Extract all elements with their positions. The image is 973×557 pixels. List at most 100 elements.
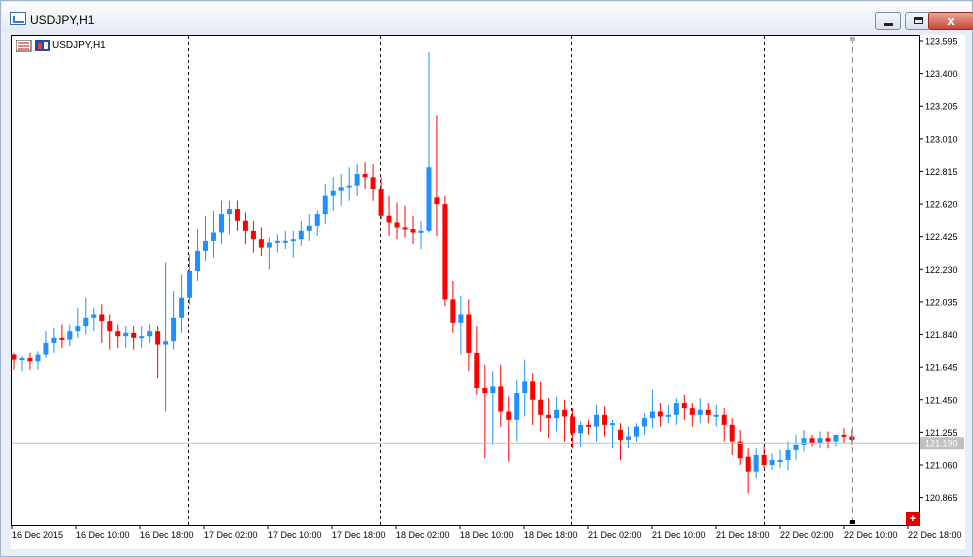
candle-body	[394, 222, 400, 228]
x-tick-label: 22 Dec 10:00	[844, 530, 898, 540]
candle-body	[402, 227, 408, 230]
candle-body	[27, 357, 33, 362]
x-tick-label: 16 Dec 18:00	[140, 530, 194, 540]
candle-body	[833, 434, 839, 442]
x-tick-label: 18 Dec 02:00	[396, 530, 450, 540]
y-tick-label: 121.645	[925, 363, 958, 373]
candle-body	[641, 418, 647, 427]
x-tick-label: 17 Dec 02:00	[204, 530, 258, 540]
candle-body	[195, 250, 201, 271]
candle-body	[35, 354, 41, 362]
chart-symbol-label: USDJPY,H1	[52, 40, 106, 51]
plot-frame	[11, 35, 920, 526]
candle-body	[721, 414, 727, 425]
x-tick-label: 21 Dec 10:00	[652, 530, 706, 540]
close-icon: x	[947, 13, 955, 28]
window-title: USDJPY,H1	[30, 13, 95, 27]
candle-body	[115, 331, 121, 337]
candle-body	[458, 314, 464, 323]
candle-body	[649, 411, 655, 419]
minimize-icon	[884, 23, 893, 26]
candle-body	[226, 209, 232, 215]
candle-body	[266, 242, 272, 248]
candle-body	[490, 386, 496, 394]
candle-body	[466, 314, 472, 353]
candle-body	[211, 232, 216, 241]
candle-body	[83, 317, 89, 327]
x-tick-label: 21 Dec 02:00	[588, 530, 642, 540]
candle-body	[362, 173, 368, 178]
candle-body	[602, 414, 608, 425]
candle-body	[203, 240, 209, 251]
candle-body	[426, 167, 432, 231]
x-tick-label: 16 Dec 10:00	[76, 530, 130, 540]
y-tick-label: 122.035	[925, 297, 958, 307]
candle-body	[298, 230, 304, 240]
candle-body	[793, 444, 799, 450]
candle-body	[43, 342, 49, 355]
x-tick-label: 17 Dec 18:00	[332, 530, 386, 540]
candle-body	[410, 229, 416, 233]
candle-body	[242, 220, 248, 231]
x-tick-label: 17 Dec 10:00	[268, 530, 322, 540]
candle-body	[761, 454, 767, 465]
candle-body	[179, 297, 185, 318]
close-window-button[interactable]: x	[928, 12, 973, 30]
candle-body	[91, 314, 97, 318]
candle-body	[753, 454, 759, 472]
candle-body	[578, 424, 584, 434]
chart-close-button[interactable]: +	[906, 512, 920, 526]
chart-window-icon	[10, 12, 26, 25]
candle-body	[346, 185, 352, 188]
candle-body	[147, 331, 153, 337]
symbol-icons	[16, 40, 50, 52]
x-tick-label: 22 Dec 18:00	[908, 530, 962, 540]
candle-body	[817, 438, 823, 444]
candle-body	[218, 214, 224, 233]
y-tick-label: 121.255	[925, 428, 958, 438]
candle-body	[131, 332, 137, 338]
candle-body	[155, 331, 161, 345]
candle-body	[705, 409, 711, 415]
y-tick-label: 122.620	[925, 200, 958, 210]
y-tick-label: 123.595	[925, 37, 958, 47]
candle-body	[729, 424, 735, 442]
y-tick-label: 122.425	[925, 232, 958, 242]
y-tick-label: 122.815	[925, 167, 958, 177]
candle-body	[378, 189, 384, 216]
candle-body	[554, 409, 560, 419]
candle-body	[562, 409, 568, 417]
candle-body	[314, 214, 320, 226]
y-tick-label: 123.205	[925, 102, 958, 112]
x-tick-label: 21 Dec 18:00	[716, 530, 770, 540]
candle-body	[139, 336, 145, 339]
current-bar-top-marker	[849, 37, 855, 41]
maximize-icon	[914, 17, 923, 24]
candle-body	[338, 187, 344, 191]
candle-body	[330, 190, 336, 196]
x-tick-label: 18 Dec 18:00	[524, 530, 578, 540]
candle-body	[594, 414, 600, 427]
candle-body	[418, 230, 424, 233]
candle-body	[785, 449, 791, 460]
candle-body	[99, 314, 105, 322]
minimize-button[interactable]	[875, 12, 901, 30]
candle-body	[51, 337, 57, 343]
candle-body	[107, 321, 113, 332]
candle-body	[250, 230, 256, 240]
x-tick-label: 22 Dec 02:00	[780, 530, 834, 540]
candle-body	[841, 434, 847, 437]
candle-body	[171, 317, 177, 342]
candle-body	[370, 177, 376, 190]
candle-body	[322, 195, 328, 215]
y-tick-label: 123.010	[925, 134, 958, 144]
chart-area[interactable]: 123.595 123.400 123.205 123.010 122.815 122.6…	[11, 35, 965, 549]
candle-body	[586, 424, 592, 427]
window-titlebar[interactable]: USDJPY,H1 x	[2, 2, 973, 33]
candle-body	[522, 381, 528, 394]
candle-body	[530, 381, 536, 400]
y-tick-label: 121.840	[925, 330, 958, 340]
x-tick-label: 16 Dec 2015	[12, 530, 63, 540]
candle-body	[546, 414, 552, 419]
candlestick-chart[interactable]: 123.595 123.400 123.205 123.010 122.815 122.6…	[11, 35, 965, 549]
